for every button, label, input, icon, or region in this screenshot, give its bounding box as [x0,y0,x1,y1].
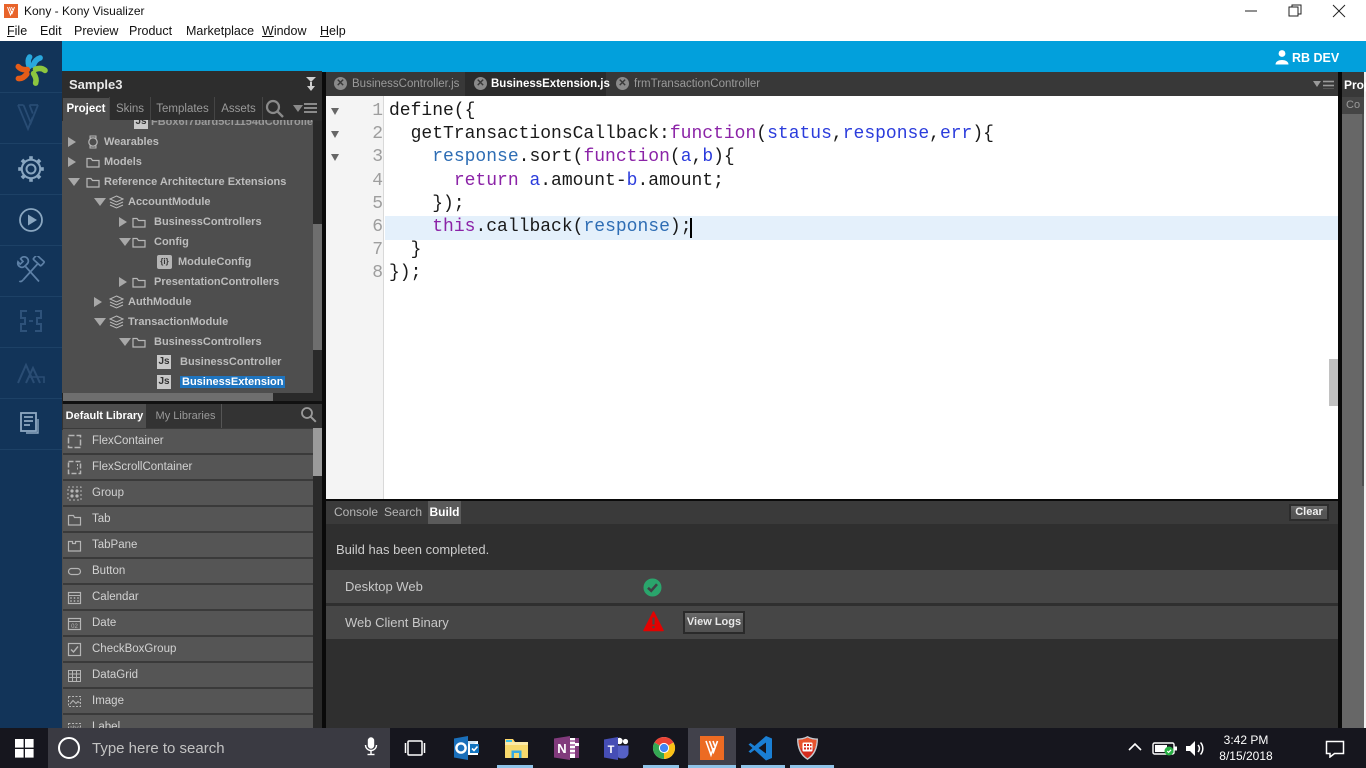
svg-text:02: 02 [71,624,78,630]
svg-text:N: N [557,741,566,756]
svg-text:T: T [608,744,615,756]
